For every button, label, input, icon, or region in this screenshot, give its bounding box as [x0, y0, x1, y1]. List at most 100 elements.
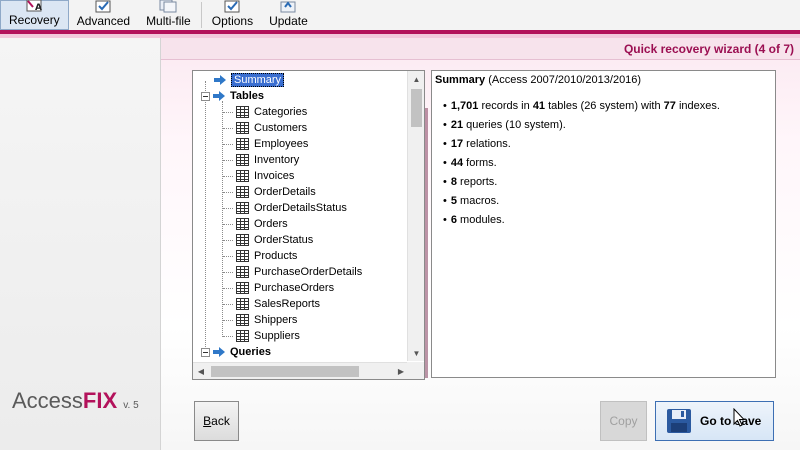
table-grid-icon	[236, 298, 249, 310]
mouse-cursor-icon	[733, 408, 745, 427]
summary-list: 1,701 records in 41 tables (26 system) w…	[435, 100, 772, 233]
toolbar-options-label: Options	[211, 14, 254, 28]
tree-horizontal-scrollbar[interactable]: ◀ ▶	[193, 362, 409, 379]
tree-guide-line	[223, 112, 233, 113]
tree-table-item[interactable]: PurchaseOrders	[236, 280, 334, 296]
collapse-icon[interactable]	[201, 91, 210, 101]
tree-node-tables[interactable]: Tables	[201, 88, 264, 104]
tree-table-item[interactable]: Suppliers	[236, 328, 300, 344]
toolbar-options-button[interactable]: Options	[204, 0, 261, 30]
summary-item: 21 queries (10 system).	[443, 119, 772, 138]
collapse-icon[interactable]	[201, 347, 210, 357]
tree-guide-line	[223, 208, 233, 209]
tree-table-label: PurchaseOrderDetails	[254, 266, 363, 278]
summary-item: 6 modules.	[443, 214, 772, 233]
summary-item: 8 reports.	[443, 176, 772, 195]
table-grid-icon	[236, 138, 249, 150]
scroll-left-icon[interactable]: ◀	[193, 363, 209, 379]
tree-table-item[interactable]: PurchaseOrderDetails	[236, 264, 362, 280]
summary-heading: Summary (Access 2007/2010/2013/2016)	[435, 74, 772, 86]
tree-guide-line	[223, 240, 233, 241]
table-grid-icon	[236, 330, 249, 342]
tree-vertical-scrollbar[interactable]: ▲ ▼	[407, 71, 424, 361]
tree-table-item[interactable]: SalesReports	[236, 296, 320, 312]
tree-table-item[interactable]: Categories	[236, 104, 307, 120]
tree-table-label: Inventory	[254, 154, 300, 166]
scroll-up-icon[interactable]: ▲	[408, 71, 424, 87]
tree-guide-line	[223, 272, 233, 273]
tree-table-label: PurchaseOrders	[254, 282, 335, 294]
scroll-thumb[interactable]	[211, 366, 359, 377]
tree-table-item[interactable]: OrderDetailsStatus	[236, 200, 347, 216]
toolbar-update-label: Update	[269, 14, 308, 28]
toolbar-update-button[interactable]: Update	[261, 0, 316, 30]
back-button[interactable]: Back	[194, 401, 239, 441]
tree-table-item[interactable]: Products	[236, 248, 297, 264]
wizard-content: Quick recovery wizard (4 of 7) Summary T…	[161, 38, 800, 450]
logo-name-part2: FIX	[82, 388, 118, 413]
summary-item: 5 macros.	[443, 195, 772, 214]
tree-table-label: SalesReports	[254, 298, 321, 310]
table-grid-icon	[236, 122, 249, 134]
summary-count: 41	[532, 100, 546, 112]
logo-version: v. 5	[123, 400, 139, 411]
scroll-thumb[interactable]	[411, 89, 422, 127]
summary-count: 77	[663, 100, 676, 112]
tree-guide-line	[223, 160, 233, 161]
tree-table-item[interactable]: Customers	[236, 120, 307, 136]
tree-guide-line	[223, 192, 233, 193]
toolbar-recovery-button[interactable]: A Recovery	[0, 0, 69, 30]
recovery-icon: A	[23, 0, 45, 13]
tree-table-label: Shippers	[254, 314, 298, 326]
go-to-save-button[interactable]: Go to save	[655, 401, 774, 441]
tree-table-label: Products	[254, 250, 298, 262]
pane-splitter[interactable]	[425, 108, 428, 378]
tree-table-label: Suppliers	[254, 330, 300, 342]
main-toolbar: A Recovery Advanced Multi-file Options U…	[0, 0, 800, 30]
tree-guide-line	[223, 288, 233, 289]
summary-text: queries (10 system).	[463, 119, 566, 131]
scroll-down-icon[interactable]: ▼	[408, 345, 424, 361]
table-grid-icon	[236, 154, 249, 166]
toolbar-advanced-label: Advanced	[76, 14, 131, 28]
tree-guide-line	[223, 256, 233, 257]
tree-summary-label: Summary	[231, 73, 285, 87]
tree-guide-line	[223, 128, 233, 129]
object-tree[interactable]: Summary Tables Categories Customers Employ…	[192, 70, 425, 380]
tree-table-item[interactable]: Inventory	[236, 152, 299, 168]
save-icon	[667, 409, 691, 433]
summary-text: relations.	[463, 138, 511, 150]
table-grid-icon	[236, 218, 249, 230]
tree-node-summary[interactable]: Summary	[201, 72, 285, 88]
tree-guide-line	[223, 336, 233, 337]
tree-node-queries[interactable]: Queries	[201, 344, 271, 360]
tree-table-item[interactable]: Orders	[236, 216, 288, 232]
summary-item: 1,701 records in 41 tables (26 system) w…	[443, 100, 772, 119]
summary-text: forms.	[463, 157, 497, 169]
table-grid-icon	[236, 106, 249, 118]
tree-table-item[interactable]: OrderDetails	[236, 184, 316, 200]
tree-table-label: OrderDetailsStatus	[254, 202, 347, 214]
toolbar-advanced-button[interactable]: Advanced	[69, 0, 138, 30]
summary-count: 21	[450, 119, 464, 131]
arrow-right-icon	[212, 91, 226, 101]
multi-file-icon	[157, 0, 179, 13]
summary-count: 44	[450, 157, 464, 169]
summary-text: tables (26 system) with	[545, 100, 664, 112]
toolbar-multi-file-button[interactable]: Multi-file	[138, 0, 199, 30]
logo-name-part1: Access	[12, 388, 83, 413]
app-logo: AccessFIX v. 5	[12, 388, 139, 414]
arrow-right-icon	[213, 75, 227, 85]
tree-table-label: Orders	[254, 218, 288, 230]
summary-item: 44 forms.	[443, 157, 772, 176]
back-button-label: ack	[211, 414, 230, 428]
tree-table-item[interactable]: Shippers	[236, 312, 297, 328]
tree-table-item[interactable]: Employees	[236, 136, 308, 152]
update-icon	[277, 0, 299, 13]
options-icon	[221, 0, 243, 13]
tree-table-item[interactable]: OrderStatus	[236, 232, 313, 248]
copy-button[interactable]: Copy	[600, 401, 647, 441]
tree-table-item[interactable]: Invoices	[236, 168, 294, 184]
toolbar-recovery-label: Recovery	[9, 13, 60, 27]
table-grid-icon	[236, 282, 249, 294]
